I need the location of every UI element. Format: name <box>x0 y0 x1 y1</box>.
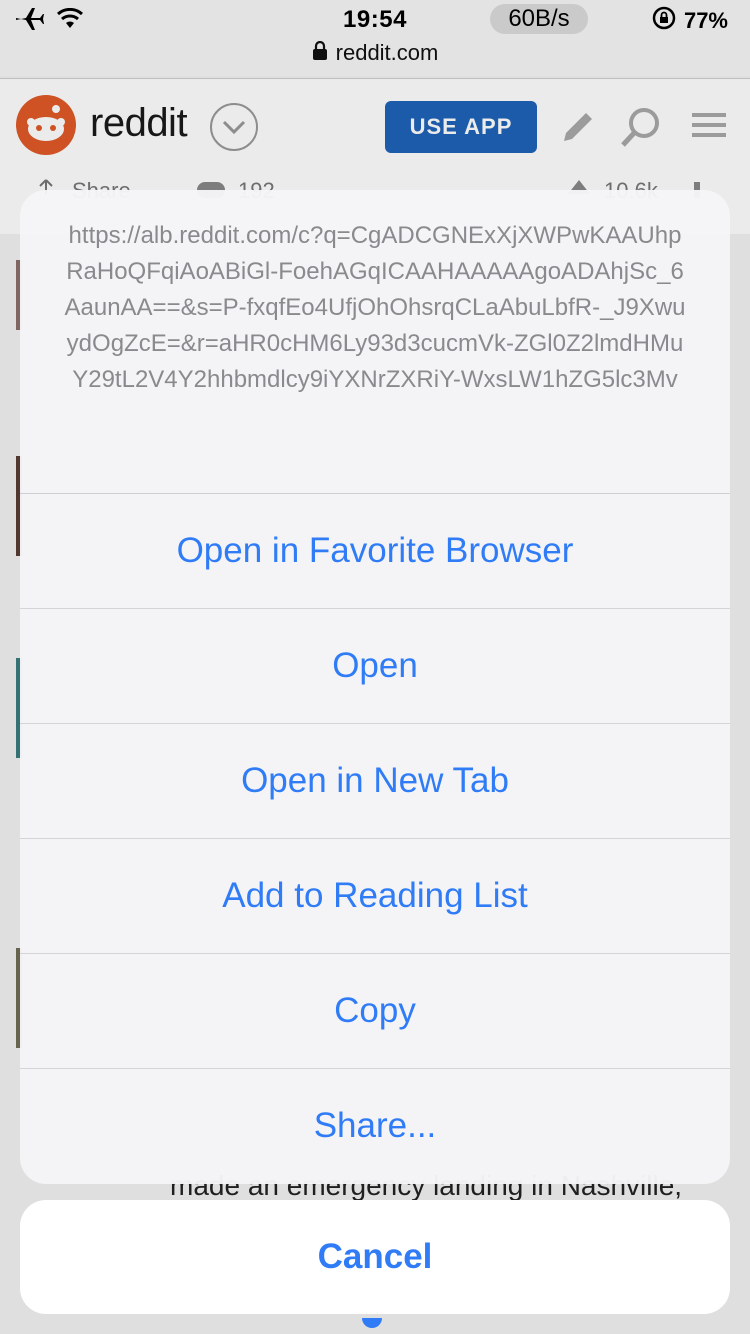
link-url: https://alb.reddit.com/c?q=CgADCGNExXjXW… <box>20 190 730 494</box>
open-in-new-tab-button[interactable]: Open in New Tab <box>20 724 730 839</box>
cancel-button[interactable]: Cancel <box>20 1200 730 1314</box>
open-button[interactable]: Open <box>20 609 730 724</box>
open-in-favorite-browser-button[interactable]: Open in Favorite Browser <box>20 494 730 609</box>
copy-button[interactable]: Copy <box>20 954 730 1069</box>
link-action-sheet: https://alb.reddit.com/c?q=CgADCGNExXjXW… <box>20 190 730 1184</box>
share-button[interactable]: Share... <box>20 1069 730 1183</box>
add-to-reading-list-button[interactable]: Add to Reading List <box>20 839 730 954</box>
